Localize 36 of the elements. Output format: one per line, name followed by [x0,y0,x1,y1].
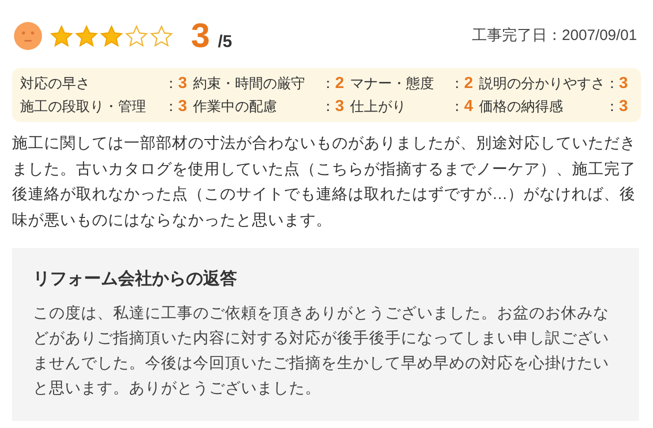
filled-star-icon [50,24,73,48]
criterion-score: 4 [464,97,473,117]
criterion-label: 施工の段取り・管理 [20,97,146,116]
colon-separator: ： [450,97,464,116]
colon-separator: ： [164,97,178,116]
criterion-label: 説明の分かりやすさ [479,74,605,93]
colon-separator: ： [164,74,178,93]
rating-max: /5 [218,31,232,54]
completion-date: 工事完了日：2007/09/01 [472,26,637,46]
criterion-score: 3 [178,74,187,94]
criterion-label: 作業中の配慮 [193,97,277,116]
rating-score: 3 [191,19,210,53]
criterion-score: 3 [619,74,628,94]
criterion-label: 仕上がり [350,97,406,116]
criterion-label: マナー・態度 [350,74,434,93]
criterion-label: 対応の早さ [20,74,90,93]
colon-separator: ： [450,74,464,93]
criterion-score: 3 [178,97,187,117]
empty-star-icon [150,24,173,48]
colon-separator: ： [321,74,336,93]
criterion-score: 3 [619,97,628,117]
criterion-score: 3 [335,97,344,117]
reply-text: この度は、私達に工事のご依頼を頂きありがとうございました。お盆のお休みなどがありご指摘頂いた内容に対する対応が後手後手になってしまい申し訳ございませんでした。今後は今回頂いたご指摘を生かして早め早めの対応を心掛けたいと思います。ありがとうございました。 [33,304,610,398]
reply-title: リフォーム会社からの返答 [33,268,238,290]
colon-separator: ： [605,74,619,93]
colon-separator: ： [321,97,336,116]
colon-separator: ： [605,97,619,116]
filled-star-icon [100,24,123,48]
criterion-label: 価格の納得感 [479,97,563,116]
criterion-label: 約束・時間の厳守 [193,74,305,93]
criterion-score: 2 [335,74,344,94]
face-icon [13,21,43,51]
criterion-score: 2 [464,74,473,94]
filled-star-icon [75,24,98,48]
review-text: 施工に関しては一部部材の寸法が合わないものがありましたが、別途対応していただきました。古いカタログを使用していた点（こちらが指摘するまでノーケア）、施工完了後連絡が取れなかった点（このサイトでも連絡は取れたはずですが…）がなければ、後味が悪いものにはならなかったと思います。 [12,134,637,230]
empty-star-icon [125,24,148,48]
